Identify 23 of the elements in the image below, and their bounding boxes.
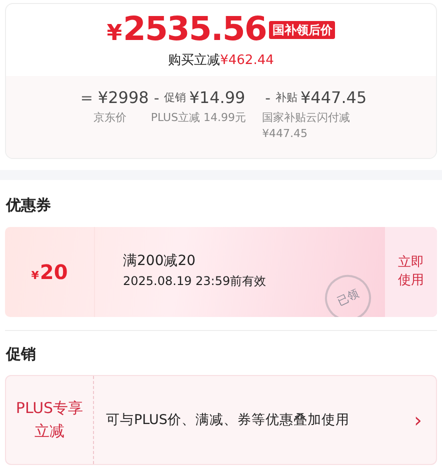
coupon-value: ¥20: [31, 258, 68, 286]
breakdown-note: PLUS立减 14.99元: [150, 110, 246, 126]
breakdown-label: 补贴: [275, 90, 298, 106]
section-title: 促销: [4, 344, 37, 364]
promotion-description: 可与PLUS价、满减、券等优惠叠加使用: [105, 410, 350, 430]
saving-text: 购买立减¥462.44: [168, 53, 274, 68]
breakdown-amount: ¥2998: [98, 87, 149, 109]
breakdown-note: 国家补贴云闪付减 ¥447.45: [261, 110, 352, 142]
coupon-condition: 满200减20: [123, 252, 197, 270]
use-now-button[interactable]: 立即使用: [385, 226, 437, 316]
coupon-validity: 2025.08.19 23:59前有效: [123, 273, 268, 290]
price-amount: ¥2535.56: [106, 9, 266, 48]
promotion-tag: PLUS专享立减: [6, 376, 94, 464]
breakdown-note: 京东价: [92, 110, 128, 126]
operator-sign: -: [154, 88, 160, 109]
price-tag: 国补领后价: [269, 21, 336, 39]
section-title: 优惠券: [4, 195, 52, 216]
operator-sign: -: [265, 88, 270, 109]
chevron-button[interactable]: ›: [408, 405, 436, 435]
operator-sign: =: [80, 88, 93, 109]
breakdown-amount: ¥447.45: [300, 87, 367, 109]
breakdown-label: 促销: [164, 90, 186, 106]
breakdown-amount: ¥14.99: [189, 87, 246, 109]
